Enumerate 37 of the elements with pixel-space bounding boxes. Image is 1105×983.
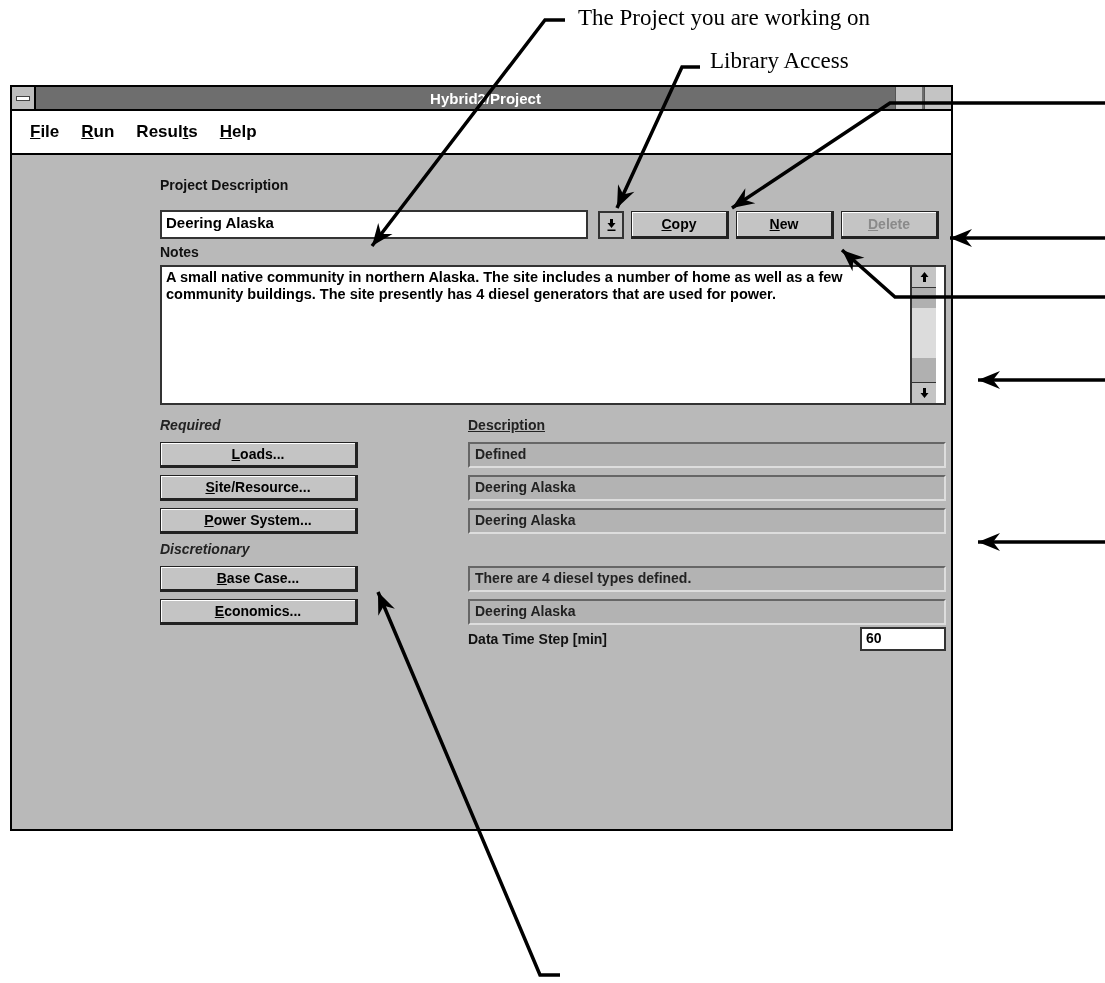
project-field[interactable]: Deering Alaska xyxy=(160,210,588,239)
description-field: Defined xyxy=(468,442,946,468)
description-field: There are 4 diesel types defined. xyxy=(468,566,946,592)
action-button[interactable]: New xyxy=(736,210,834,239)
menu-item[interactable]: Help xyxy=(219,122,257,142)
dropdown-button[interactable] xyxy=(598,210,624,239)
description-field: Deering Alaska xyxy=(468,508,946,534)
field-label: Notes xyxy=(160,244,200,260)
notes-text: A small native community in northern Alaska. The site includes a number of home as well as a few community buildings. The site presently has 4 diesel generators that are used for power. xyxy=(165,268,844,304)
action-button[interactable]: Copy xyxy=(631,210,729,239)
menu-item[interactable]: Results xyxy=(136,122,198,142)
notes-field[interactable]: A small native community in northern Alaska. The site includes a number of home as well as a few community buildings. The site presently has 4 diesel generators that are used for power. xyxy=(160,265,946,405)
dialog-button[interactable]: Loads... xyxy=(160,442,358,468)
menu-item[interactable]: Run xyxy=(81,122,115,142)
group-label: Required xyxy=(160,417,222,435)
annotation-label: Library Access xyxy=(710,48,849,74)
field-label: Data Time Step [min] xyxy=(468,631,607,647)
dialog-button[interactable]: Site/Resource... xyxy=(160,475,358,501)
time-step-field[interactable]: 60 xyxy=(860,627,946,651)
system-menu-button[interactable] xyxy=(12,87,36,109)
group-label: Discretionary xyxy=(160,541,251,559)
annotation-label: The Project you are working on xyxy=(578,5,870,31)
up-arrow-icon xyxy=(919,272,929,282)
dialog-button[interactable]: Base Case... xyxy=(160,566,358,592)
dialog-button[interactable]: Power System... xyxy=(160,508,358,534)
field-label: Project Description xyxy=(160,177,290,193)
scroll-up-button[interactable] xyxy=(912,267,936,288)
description-field: Deering Alaska xyxy=(468,475,946,501)
down-arrow-icon xyxy=(606,218,616,231)
description-field: Deering Alaska xyxy=(468,599,946,625)
scroll-bar[interactable] xyxy=(910,267,936,403)
scroll-down-button[interactable] xyxy=(912,382,936,403)
column-header: Description xyxy=(468,417,546,435)
down-arrow-icon xyxy=(919,388,929,398)
scroll-thumb[interactable] xyxy=(912,308,936,358)
menu-item[interactable]: File xyxy=(30,122,60,142)
dialog-button[interactable]: Economics... xyxy=(160,599,358,625)
